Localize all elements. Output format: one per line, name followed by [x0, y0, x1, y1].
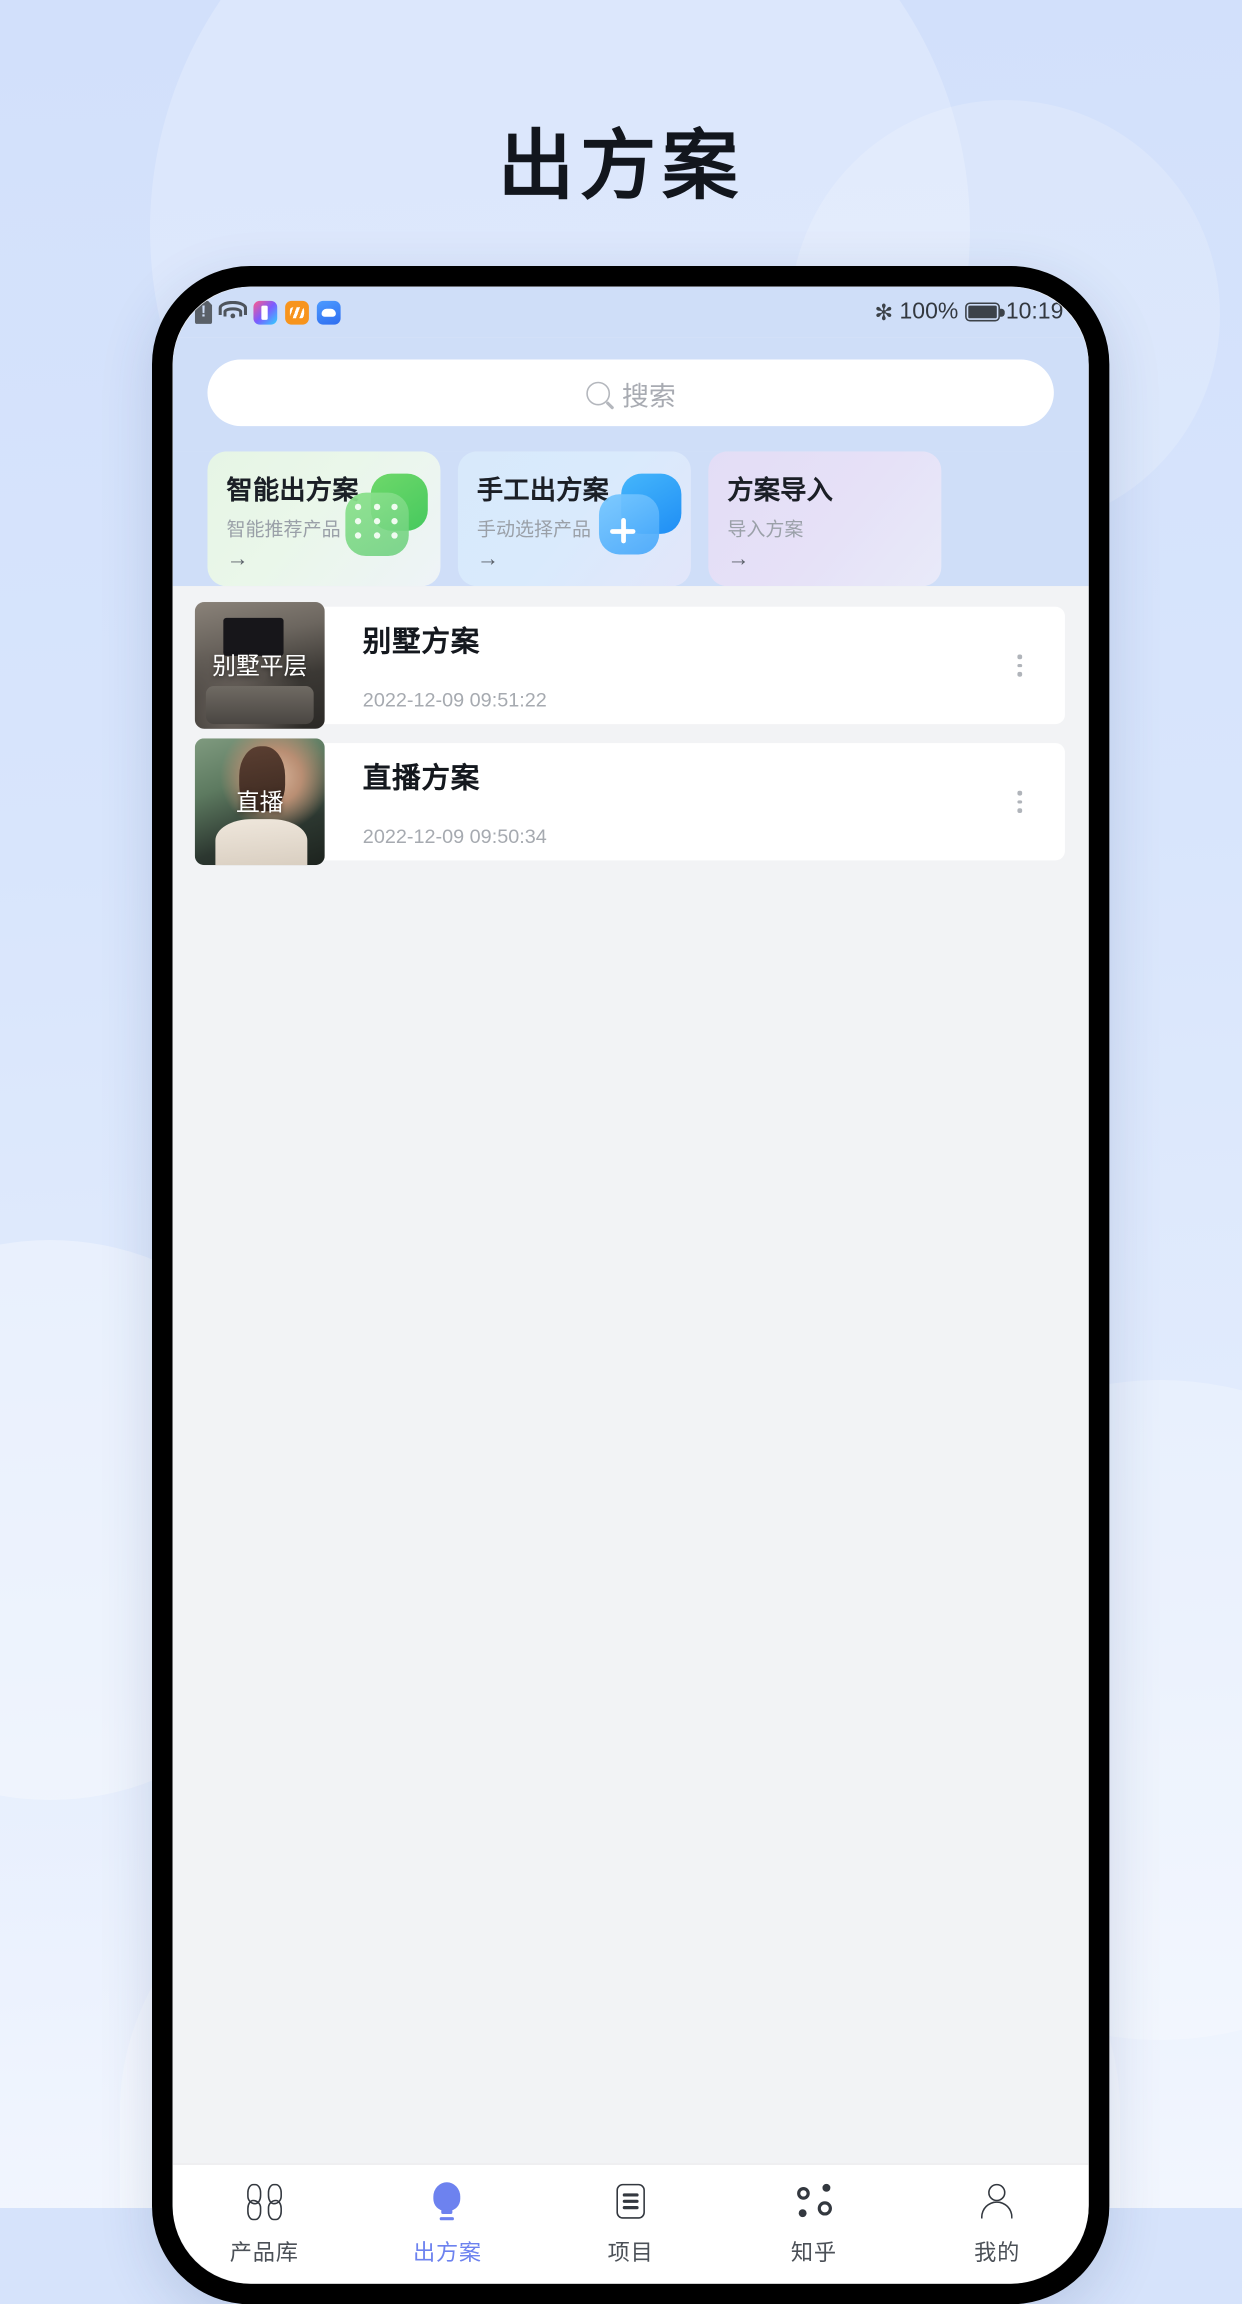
tab-label: 我的	[974, 2239, 1021, 2265]
app-header: 搜索	[172, 337, 1089, 452]
plan-date: 2022-12-09 09:50:34	[362, 825, 547, 848]
wifi-icon	[218, 300, 248, 323]
lightbulb-icon	[427, 2182, 468, 2222]
list-item[interactable]: 直播 直播方案 2022-12-09 09:50:34	[194, 738, 1065, 866]
plan-list: 别墅平层 别墅方案 2022-12-09 09:51:22 直播 直播方案 20…	[172, 586, 1089, 2164]
petals-grid-icon	[244, 2182, 285, 2222]
person-icon	[976, 2182, 1017, 2222]
tab-plans[interactable]: 出方案	[356, 2182, 539, 2268]
tab-mine[interactable]: 我的	[905, 2182, 1088, 2268]
arrow-right-icon: →	[727, 544, 750, 571]
plan-thumbnail-label: 直播	[235, 789, 284, 817]
plan-body: 直播方案 2022-12-09 09:50:34	[325, 756, 1065, 848]
list-item[interactable]: 别墅平层 别墅方案 2022-12-09 09:51:22	[194, 602, 1065, 729]
tab-label: 出方案	[412, 2239, 482, 2265]
tab-label: 知乎	[790, 2239, 837, 2265]
battery-percent-label: 100%	[899, 299, 959, 325]
tab-label: 产品库	[229, 2239, 299, 2265]
status-bar-right: ✻ 100% 10:19	[875, 299, 1064, 324]
search-icon	[585, 380, 610, 405]
search-input[interactable]: 搜索	[207, 359, 1054, 427]
action-card-subtitle: 导入方案	[727, 518, 804, 541]
phone-screen: ✻ 100% 10:19 搜索 智能出方案 智能推荐产品 →	[172, 286, 1089, 2284]
status-bar-left	[194, 300, 341, 324]
battery-icon	[964, 302, 1005, 322]
phone-mockup: ✻ 100% 10:19 搜索 智能出方案 智能推荐产品 →	[152, 266, 1110, 2304]
plan-thumbnail: 直播	[194, 738, 325, 866]
action-card-smart-plan[interactable]: 智能出方案 智能推荐产品 →	[207, 451, 441, 587]
tab-label: 项目	[607, 2239, 654, 2265]
plan-body: 别墅方案 2022-12-09 09:51:22	[325, 619, 1065, 712]
app-icon-1	[253, 300, 278, 324]
plan-thumbnail: 别墅平层	[194, 602, 325, 729]
bottom-tab-bar: 产品库 出方案 项目 知乎 我的	[172, 2163, 1089, 2284]
action-cards-scroller[interactable]: 智能出方案 智能推荐产品 → 手工出方案 手动选择产品 → 方案导入 导入方案 …	[172, 451, 1089, 587]
page-title: 出方案	[498, 121, 744, 210]
plan-title: 直播方案	[362, 762, 481, 794]
plan-title: 别墅方案	[362, 625, 481, 658]
bluetooth-icon: ✻	[874, 299, 894, 325]
plan-date: 2022-12-09 09:51:22	[362, 689, 547, 712]
more-options-icon[interactable]	[1010, 781, 1030, 822]
tab-projects[interactable]: 项目	[539, 2182, 722, 2268]
action-card-manual-plan[interactable]: 手工出方案 手动选择产品 →	[457, 451, 691, 587]
more-options-icon[interactable]	[1010, 645, 1030, 686]
search-placeholder: 搜索	[621, 380, 676, 412]
plus-square-icon	[593, 473, 682, 566]
plan-thumbnail-label: 别墅平层	[212, 653, 308, 681]
tab-zhihu[interactable]: 知乎	[722, 2182, 905, 2268]
action-card-title: 方案导入	[727, 476, 834, 506]
grid-dots-icon	[342, 473, 431, 566]
sim-alert-icon	[194, 300, 213, 324]
status-bar: ✻ 100% 10:19	[172, 286, 1089, 338]
tab-product-library[interactable]: 产品库	[173, 2182, 356, 2268]
app-icon-3	[316, 300, 341, 324]
app-icon-2	[285, 300, 309, 324]
clock-label: 10:19	[1005, 299, 1064, 325]
document-icon	[610, 2182, 651, 2222]
action-card-import-plan[interactable]: 方案导入 导入方案 →	[708, 451, 942, 587]
zhihu-dots-icon	[793, 2182, 834, 2222]
